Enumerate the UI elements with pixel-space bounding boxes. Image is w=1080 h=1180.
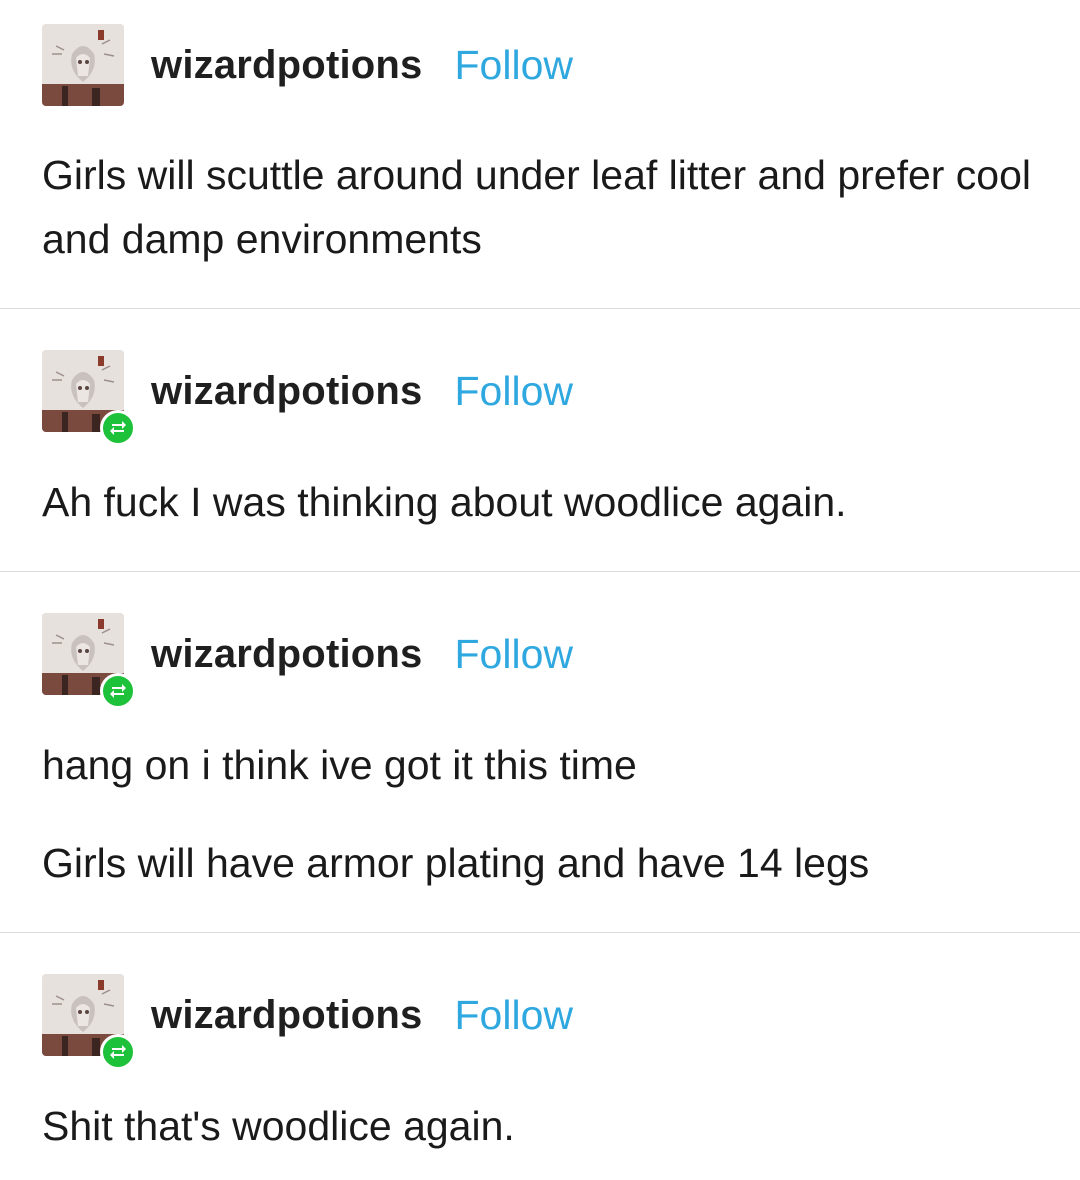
post-header: wizardpotions Follow (42, 350, 573, 446)
post-header: wizardpotions Follow (42, 613, 573, 709)
post-body: Shit that's woodlice again. (42, 1094, 1050, 1158)
username[interactable]: wizardpotions (151, 371, 423, 411)
post-body: Ah fuck I was thinking about woodlice ag… (42, 470, 1050, 534)
reblog-icon (100, 410, 136, 446)
post: wizardpotions Follow Ah fuck I was think… (0, 309, 1080, 572)
follow-button[interactable]: Follow (455, 994, 573, 1036)
reblog-icon (100, 1034, 136, 1070)
follow-button[interactable]: Follow (455, 370, 573, 412)
avatar[interactable] (42, 613, 136, 709)
post: wizardpotions Follow Shit that's woodlic… (0, 933, 1080, 1180)
tumblr-thread: wizardpotions Follow Girls will scuttle … (0, 0, 1080, 1180)
follow-button[interactable]: Follow (455, 633, 573, 675)
post: wizardpotions Follow hang on i think ive… (0, 572, 1080, 933)
post-header: wizardpotions Follow (42, 974, 573, 1070)
post-header: wizardpotions Follow (42, 24, 573, 106)
post-body: hang on i think ive got it this time Gir… (42, 733, 1050, 895)
username[interactable]: wizardpotions (151, 45, 423, 85)
avatar[interactable] (42, 974, 136, 1070)
post-paragraph: Ah fuck I was thinking about woodlice ag… (42, 479, 847, 525)
avatar-image (42, 24, 124, 106)
post-paragraph: hang on i think ive got it this time (42, 742, 637, 788)
post-paragraph: Shit that's woodlice again. (42, 1103, 515, 1149)
post-paragraph: Girls will scuttle around under leaf lit… (42, 152, 1032, 262)
post: wizardpotions Follow Girls will scuttle … (0, 0, 1080, 309)
follow-button[interactable]: Follow (455, 44, 573, 86)
avatar[interactable] (42, 350, 136, 446)
reblog-icon (100, 673, 136, 709)
username[interactable]: wizardpotions (151, 634, 423, 674)
post-paragraph: Girls will have armor plating and have 1… (42, 840, 870, 886)
avatar[interactable] (42, 24, 124, 106)
post-body: Girls will scuttle around under leaf lit… (42, 143, 1050, 271)
username[interactable]: wizardpotions (151, 995, 423, 1035)
